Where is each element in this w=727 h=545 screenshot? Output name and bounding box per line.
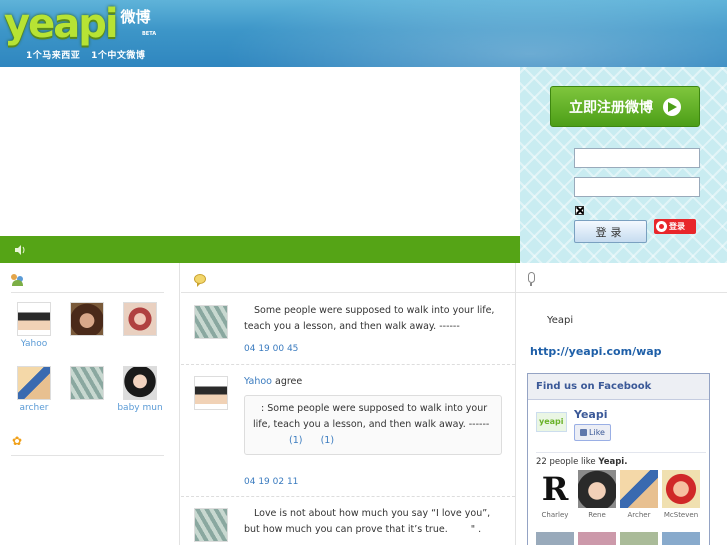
- remember-checkbox[interactable]: [575, 206, 584, 215]
- login-panel: 立即注册微博 登录 登录: [520, 67, 727, 263]
- facebook-likes-count: 22 people like Yeapi.: [536, 452, 706, 467]
- user-avatar-cell[interactable]: archer: [11, 366, 57, 413]
- header-decoration: [170, 0, 727, 67]
- avatar-name[interactable]: baby mun: [117, 403, 163, 413]
- user-avatar-cell[interactable]: baby mun: [117, 366, 163, 413]
- facebook-fan[interactable]: McSteven: [662, 470, 700, 519]
- banner-area: [0, 67, 520, 236]
- logo-chinese: 微博: [120, 8, 151, 26]
- feed-username[interactable]: Yahoo: [244, 376, 272, 387]
- user-avatar-cell[interactable]: [64, 302, 110, 339]
- arrow-right-icon: [663, 97, 681, 116]
- slogan: 1个马来西亚 1个中文微博: [26, 51, 146, 61]
- feed-timestamp[interactable]: 04 19 02 11: [244, 477, 298, 487]
- fan-name[interactable]: Charley: [536, 511, 574, 519]
- beta-badge: BETA: [142, 31, 157, 37]
- feed-action: agree: [275, 376, 303, 387]
- user-avatar-cell[interactable]: Yahoo: [11, 302, 57, 349]
- yeapi-logo[interactable]: yeapi 微博 BETA: [4, 1, 156, 48]
- weibo-login-label: 登录: [669, 222, 685, 231]
- feed-avatar[interactable]: [194, 305, 228, 339]
- feed-item: Some people were supposed to walk into y…: [181, 293, 515, 365]
- avatar-name[interactable]: archer: [11, 403, 57, 413]
- site-header: yeapi 微博 BETA 1个马来西亚 1个中文微博: [0, 0, 727, 67]
- right-column: Yeapi http://yeapi.com/wap Find us on Fa…: [515, 263, 727, 545]
- fan-avatar[interactable]: [620, 532, 658, 545]
- repost-count[interactable]: (1): [289, 435, 302, 446]
- avatar[interactable]: [17, 302, 51, 336]
- fan-avatar[interactable]: [662, 532, 700, 545]
- feed-text: Love is not about how much you say “I lo…: [244, 506, 502, 538]
- username-input[interactable]: [574, 148, 700, 168]
- fan-name[interactable]: McSteven: [662, 511, 700, 519]
- flower-icon: [12, 434, 23, 448]
- fan-name[interactable]: Archer: [620, 511, 658, 519]
- facebook-box-title: Find us on Facebook: [528, 374, 709, 400]
- like-label: Like: [589, 428, 605, 437]
- feed-item: Yahoo agree : Some people were supposed …: [181, 365, 515, 497]
- fan-avatar[interactable]: [620, 470, 658, 508]
- facebook-page-name[interactable]: Yeapi: [574, 408, 607, 421]
- yeapi-label: Yeapi: [547, 315, 574, 326]
- likes-page[interactable]: Yeapi.: [598, 457, 627, 467]
- feed-text-trailing: " .: [470, 524, 482, 535]
- facebook-page-logo[interactable]: yeapi: [536, 412, 567, 432]
- facebook-like-button[interactable]: Like: [574, 424, 611, 441]
- weibo-login-button[interactable]: 登录: [654, 219, 696, 234]
- thumbs-up-icon: [580, 429, 588, 436]
- feed-text: Some people were supposed to walk into y…: [244, 305, 495, 332]
- fan-name[interactable]: Rene: [578, 511, 616, 519]
- speech-bubble-icon: [194, 274, 206, 287]
- avatar[interactable]: [123, 366, 157, 400]
- feed-action-line: Yahoo agree: [244, 374, 502, 390]
- likes-number: 22: [536, 457, 547, 467]
- quote-counts: (1) (1): [253, 435, 334, 446]
- fan-avatar[interactable]: R: [536, 470, 574, 508]
- register-button[interactable]: 立即注册微博: [550, 86, 700, 127]
- speaker-icon[interactable]: [14, 244, 26, 256]
- facebook-fan[interactable]: Rene: [578, 470, 616, 519]
- quote-text: : Some people were supposed to walk into…: [253, 403, 490, 430]
- weibo-icon: [656, 221, 667, 232]
- quoted-post: : Some people were supposed to walk into…: [244, 395, 502, 455]
- feed-avatar[interactable]: [194, 508, 228, 542]
- users-section-header: [11, 263, 164, 293]
- avatar-name[interactable]: Yahoo: [11, 339, 57, 349]
- facebook-fan[interactable]: Archer: [620, 470, 658, 519]
- password-input[interactable]: [574, 177, 700, 197]
- microphone-icon: [528, 272, 535, 286]
- comment-count[interactable]: (1): [321, 435, 334, 446]
- likes-text: people like: [549, 457, 596, 467]
- avatar[interactable]: [17, 366, 51, 400]
- left-column: Yahoo archer baby mun: [0, 263, 180, 545]
- facebook-like-box: Find us on Facebook yeapi Yeapi Like 22 …: [527, 373, 710, 545]
- fan-letter: R: [541, 470, 569, 508]
- login-button[interactable]: 登录: [574, 220, 647, 243]
- fan-avatar[interactable]: [578, 470, 616, 508]
- avatar[interactable]: [70, 366, 104, 400]
- avatar[interactable]: [123, 302, 157, 336]
- feed-section-header: [181, 263, 515, 293]
- announcement-bar: [0, 236, 520, 263]
- facebook-page-logo-text: yeapi: [539, 417, 564, 426]
- wap-link[interactable]: http://yeapi.com/wap: [530, 345, 662, 358]
- feed-avatar[interactable]: [194, 376, 228, 410]
- user-avatar-cell[interactable]: [64, 366, 110, 403]
- users-icon: [11, 274, 24, 286]
- feed-item: Love is not about how much you say “I lo…: [181, 497, 515, 545]
- fan-avatar[interactable]: [536, 532, 574, 545]
- fan-avatar[interactable]: [578, 532, 616, 545]
- user-avatar-cell[interactable]: [117, 302, 163, 339]
- feed-column: Some people were supposed to walk into y…: [181, 263, 515, 545]
- facebook-fan[interactable]: R Charley: [536, 470, 574, 519]
- right-section-header: [516, 263, 727, 293]
- flower-section-header: [11, 430, 164, 456]
- register-label: 立即注册微博: [569, 99, 653, 116]
- fan-avatar[interactable]: [662, 470, 700, 508]
- feed-timestamp[interactable]: 04 19 00 45: [244, 344, 298, 354]
- avatar[interactable]: [70, 302, 104, 336]
- logo-word: yeapi: [4, 1, 119, 47]
